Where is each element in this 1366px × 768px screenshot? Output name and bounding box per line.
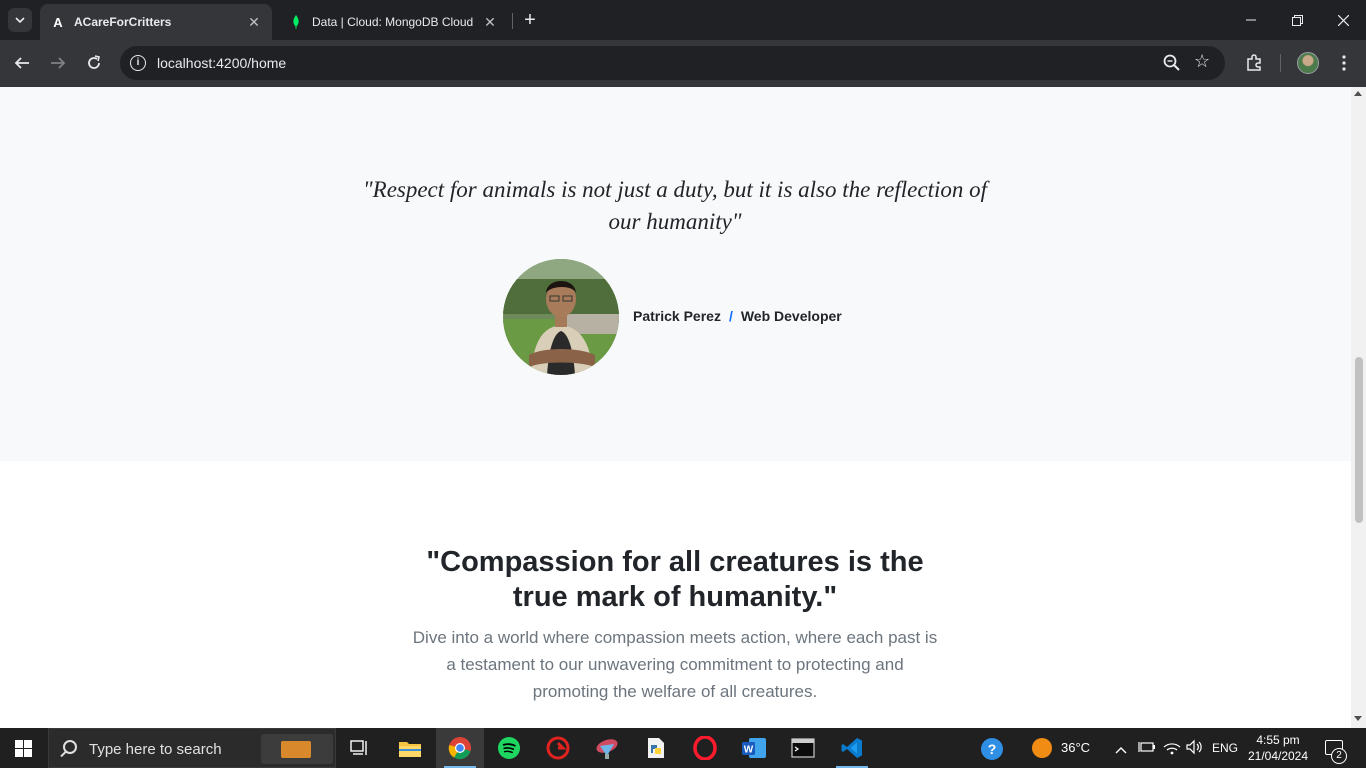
testimonial-section: "Respect for animals is not just a duty,… [0,87,1351,461]
scroll-up-icon[interactable] [1354,91,1362,96]
folder-icon [399,742,421,757]
taskbar-app-satellite[interactable] [583,728,631,768]
mongodb-leaf-icon [288,14,304,30]
cta-description: Dive into a world where compassion meets… [412,628,938,701]
scrollbar-thumb[interactable] [1355,357,1363,523]
cta-heading: "Compassion for all creatures is the tru… [426,546,924,613]
weather-sun-icon[interactable] [1032,738,1052,758]
taskbar-word[interactable]: W [730,728,778,768]
close-window-button[interactable] [1320,0,1366,40]
author-name: Patrick Perez [633,308,721,324]
chrome-icon [448,737,471,760]
tab-mongodb-cloud[interactable]: Data | Cloud: MongoDB Cloud ✕ [278,4,508,40]
page-scrollbar[interactable] [1351,87,1366,728]
toolbar-divider [1280,54,1281,72]
minimize-icon [1246,19,1256,21]
taskbar-chrome[interactable] [436,728,484,768]
tab-search-button[interactable] [8,8,32,32]
task-view-button[interactable] [336,728,384,768]
browser-menu-button[interactable] [1332,51,1356,75]
clock-date: 21/04/2024 [1247,749,1309,763]
taskbar-clock[interactable]: 4:55 pm 21/04/2024 [1240,732,1316,764]
input-language[interactable]: ENG [1212,741,1238,755]
notification-count-badge: 2 [1331,748,1347,764]
tab-title: Data | Cloud: MongoDB Cloud [312,15,474,29]
weather-temperature[interactable]: 36°C [1061,740,1090,755]
task-view-icon [350,740,367,755]
puzzle-icon [1247,54,1261,71]
battery-icon[interactable] [1138,740,1156,759]
back-button[interactable] [10,51,34,75]
wifi-icon[interactable] [1163,739,1181,760]
reload-icon [88,55,100,69]
author-photo [503,259,619,375]
page-viewport: "Respect for animals is not just a duty,… [0,87,1351,728]
taskbar-search-box[interactable]: Type here to search [48,728,336,768]
author-credit: Patrick Perez / Web Developer [633,308,842,324]
new-tab-button[interactable]: + [520,10,540,30]
taskbar-python[interactable] [632,728,680,768]
python-file-icon [648,738,664,758]
chevron-down-icon [15,17,25,23]
chevron-up-icon [1115,747,1127,754]
close-icon [1337,14,1349,26]
scroll-down-icon[interactable] [1354,716,1362,721]
more-vertical-icon [1342,55,1346,71]
browser-toolbar: i localhost:4200/home ☆ [0,40,1366,87]
clock-time: 4:55 pm [1256,733,1300,747]
minimize-button[interactable] [1228,0,1274,40]
volume-icon[interactable] [1186,739,1204,760]
author-separator: / [728,308,733,324]
restore-button[interactable] [1274,0,1320,40]
search-placeholder: Type here to search [89,741,222,758]
svg-text:W: W [744,745,754,756]
word-icon: W [742,738,766,758]
close-tab-icon[interactable]: ✕ [246,14,262,30]
arrow-left-icon [14,57,29,69]
taskbar-vscode[interactable] [828,728,876,768]
satellite-dish-icon [596,739,618,759]
browser-tab-strip: A ACareForCritters ✕ Data | Cloud: Mongo… [0,0,1366,40]
tab-acareforcritters[interactable]: A ACareForCritters ✕ [40,4,272,40]
taskbar-garena[interactable] [534,728,582,768]
site-info-icon[interactable]: i [130,55,146,71]
garena-icon [546,736,570,760]
close-tab-icon[interactable]: ✕ [482,14,498,30]
extensions-button[interactable] [1242,51,1266,75]
taskbar-opera[interactable] [681,728,729,768]
vscode-icon [841,738,862,758]
windows-taskbar: Type here to search W ? 36°C ENG 4:55 pm… [0,728,1366,768]
opera-icon [693,736,717,760]
zoom-icon[interactable] [1162,53,1182,73]
testimonial-quote: "Respect for animals is not just a duty,… [362,177,988,234]
help-icon[interactable]: ? [981,738,1003,760]
taskbar-spotify[interactable] [485,728,533,768]
show-hidden-icons-button[interactable] [1115,741,1127,759]
tab-divider [512,13,513,29]
arrow-right-icon [51,57,66,69]
restore-icon [1291,14,1303,26]
search-icon [63,740,77,754]
taskbar-terminal[interactable] [779,728,827,768]
profile-avatar[interactable] [1297,52,1319,74]
forward-button[interactable] [46,51,70,75]
angular-icon: A [53,14,63,30]
spotify-icon [498,737,520,759]
windows-logo-icon [15,740,23,748]
bookmark-star-icon[interactable]: ☆ [1194,51,1210,72]
terminal-icon [791,738,815,758]
author-role: Web Developer [740,308,842,324]
tab-title: ACareForCritters [74,15,172,29]
reload-button[interactable] [82,51,106,75]
url-text[interactable]: localhost:4200/home [157,55,286,71]
taskbar-file-explorer[interactable] [386,728,434,768]
address-bar[interactable]: i localhost:4200/home ☆ [120,46,1225,80]
search-highlight-icon[interactable] [261,734,333,764]
windows-start-button[interactable] [15,740,32,757]
